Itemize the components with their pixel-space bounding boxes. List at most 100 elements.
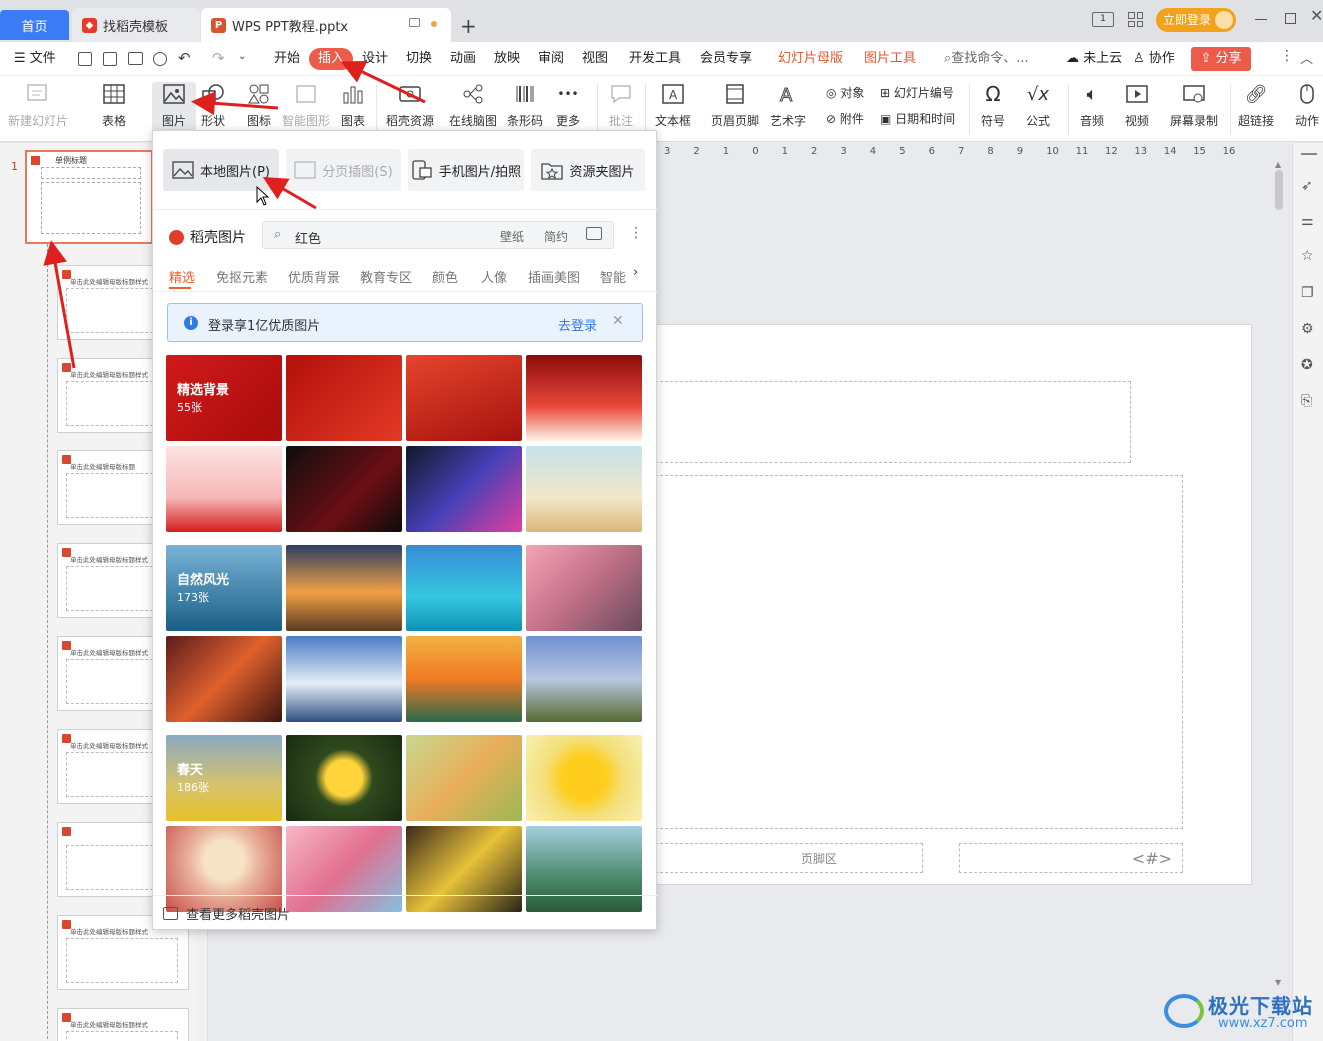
gallery-image[interactable] (406, 826, 522, 912)
category-tab[interactable]: 优质背景 (288, 267, 340, 286)
layout-icon[interactable]: 1 (1092, 12, 1114, 27)
more-button[interactable]: ••• 更多 (555, 82, 581, 136)
menu-insert[interactable]: 插入 (309, 48, 354, 70)
gallery-image[interactable] (406, 446, 522, 532)
symbol-button[interactable]: Ω 符号 (980, 82, 1006, 136)
cloud-status[interactable]: ☁ 未上云 (1060, 48, 1128, 70)
gallery-image[interactable] (526, 545, 642, 631)
undo-icon[interactable]: ↶ (178, 49, 191, 67)
wordart-button[interactable]: A 艺术字 (770, 82, 806, 136)
screen-record-button[interactable]: 屏幕录制 (1170, 82, 1218, 136)
maximize-icon[interactable] (1285, 13, 1296, 24)
gallery-image[interactable] (526, 355, 642, 441)
category-tab[interactable]: 精选 (169, 267, 195, 286)
gallery-group-card[interactable]: 春天 186张 (166, 735, 282, 821)
page-number-placeholder[interactable]: <#> (959, 843, 1183, 873)
footer-placeholder[interactable]: 页脚区 (655, 843, 923, 873)
header-footer-button[interactable]: 页眉页脚 (711, 82, 759, 136)
login-button[interactable]: 立即登录 (1156, 8, 1236, 32)
search-tag-wallpaper[interactable]: 壁纸 (500, 228, 524, 245)
gallery-image[interactable] (526, 446, 642, 532)
gallery-image[interactable] (406, 735, 522, 821)
textbox-button[interactable]: A 文本框 (655, 82, 691, 136)
print-icon[interactable] (128, 52, 143, 65)
export-pdf-icon[interactable] (103, 52, 117, 66)
more-options-icon[interactable]: ⋮ (629, 225, 643, 241)
category-tab[interactable]: 插画美图 (528, 267, 580, 286)
icon-button[interactable]: 图标 (246, 82, 272, 136)
tab-template[interactable]: ◆ 找稻壳模板 (72, 8, 200, 42)
image-search-box[interactable]: ⌕ 红色 壁纸 简约 (262, 221, 614, 249)
collapse-ribbon-icon[interactable]: ︿ (1300, 48, 1313, 67)
category-tab[interactable]: 教育专区 (360, 267, 412, 286)
grid-apps-icon[interactable] (1128, 12, 1143, 27)
collapse-sidebar-icon[interactable] (1301, 153, 1317, 155)
comment-button[interactable]: 批注 (608, 82, 634, 136)
gallery-image[interactable] (406, 355, 522, 441)
menu-slideshow[interactable]: 放映 (488, 48, 526, 70)
gallery-image[interactable] (526, 826, 642, 912)
star-icon[interactable]: ☆ (1301, 248, 1314, 264)
more-menu-icon[interactable]: ⋮ (1280, 48, 1294, 64)
video-button[interactable]: 视频 (1124, 82, 1150, 136)
hyperlink-button[interactable]: 🔗︎ 超链接 (1238, 82, 1274, 136)
barcode-button[interactable]: 条形码 (507, 82, 543, 136)
audio-button[interactable]: 🔈︎ 音频 (1079, 82, 1105, 136)
category-tab[interactable]: 免抠元素 (216, 267, 268, 286)
menu-member[interactable]: 会员专享 (694, 48, 758, 70)
customize-icon[interactable]: ⌄ (238, 51, 246, 62)
gallery-image[interactable] (166, 826, 282, 912)
formula-button[interactable]: √x 公式 (1025, 82, 1051, 136)
gallery-image[interactable] (406, 636, 522, 722)
collaborate-button[interactable]: ♙ 协作 (1127, 48, 1181, 70)
new-slide-button[interactable]: 新建幻灯片 (8, 82, 68, 136)
chart-button[interactable]: 图表 (340, 82, 366, 136)
image-settings-icon[interactable]: ⚙ (1301, 321, 1314, 337)
category-tab[interactable]: 智能 (600, 267, 626, 286)
tab-document[interactable]: P WPS PPT教程.pptx (201, 8, 451, 42)
attachment-button[interactable]: ⊘ 附件 (826, 110, 864, 127)
menu-picture-tools[interactable]: 图片工具 (858, 48, 922, 70)
smart-art-button[interactable]: 智能图形 (282, 82, 330, 136)
gallery-image[interactable] (526, 636, 642, 722)
tab-home[interactable]: 首页 (0, 10, 69, 40)
rocket-icon[interactable]: ➶ (1301, 178, 1313, 194)
go-login-link[interactable]: 去登录 (558, 315, 597, 334)
menu-developer[interactable]: 开发工具 (623, 48, 687, 70)
menu-transition[interactable]: 切换 (400, 48, 438, 70)
close-notice-icon[interactable]: ✕ (612, 313, 624, 329)
table-button[interactable]: 表格 (101, 82, 127, 136)
menu-review[interactable]: 审阅 (532, 48, 570, 70)
slide-master-page[interactable]: 页脚区 <#> (640, 324, 1252, 885)
menu-start[interactable]: 开始 (268, 48, 306, 70)
gallery-image[interactable] (166, 636, 282, 722)
preview-icon[interactable] (153, 52, 167, 66)
gallery-image[interactable] (526, 735, 642, 821)
more-images-link[interactable]: 查看更多稻壳图片 (163, 904, 290, 923)
gallery-group-card[interactable]: 精选背景 55张 (166, 355, 282, 441)
shape-button[interactable]: 形状 (200, 82, 226, 136)
gallery-image[interactable] (286, 826, 402, 912)
menu-view[interactable]: 视图 (576, 48, 614, 70)
local-picture-button[interactable]: 本地图片(P) (163, 149, 279, 191)
settings-sliders-icon[interactable]: ⚌ (1301, 213, 1314, 229)
title-placeholder[interactable] (655, 381, 1131, 463)
mindmap-button[interactable]: 在线脑图 (449, 82, 497, 136)
window-icon[interactable]: ❐ (1301, 285, 1314, 301)
gallery-image[interactable] (166, 446, 282, 532)
save-icon[interactable] (78, 52, 92, 66)
vertical-scrollbar[interactable]: ▲ ▼ (1272, 160, 1286, 990)
object-button[interactable]: ◎ 对象 (826, 84, 864, 101)
new-tab-icon[interactable]: + (460, 14, 477, 38)
close-icon[interactable]: ✕ (1310, 6, 1323, 25)
book-icon[interactable]: ⎘ (1301, 393, 1312, 409)
share-button[interactable]: ⇪ 分享 (1191, 47, 1251, 71)
master-thumbnail[interactable]: 单例标题 (25, 150, 153, 244)
picture-button[interactable]: 图片 (152, 82, 196, 136)
date-time-button[interactable]: ▣ 日期和时间 (880, 110, 955, 127)
monitor-icon[interactable] (409, 18, 420, 27)
menu-slide-master[interactable]: 幻灯片母版 (772, 48, 849, 70)
gallery-group-card[interactable]: 自然风光 173张 (166, 545, 282, 631)
gallery-image[interactable] (286, 636, 402, 722)
gallery-image[interactable] (406, 545, 522, 631)
